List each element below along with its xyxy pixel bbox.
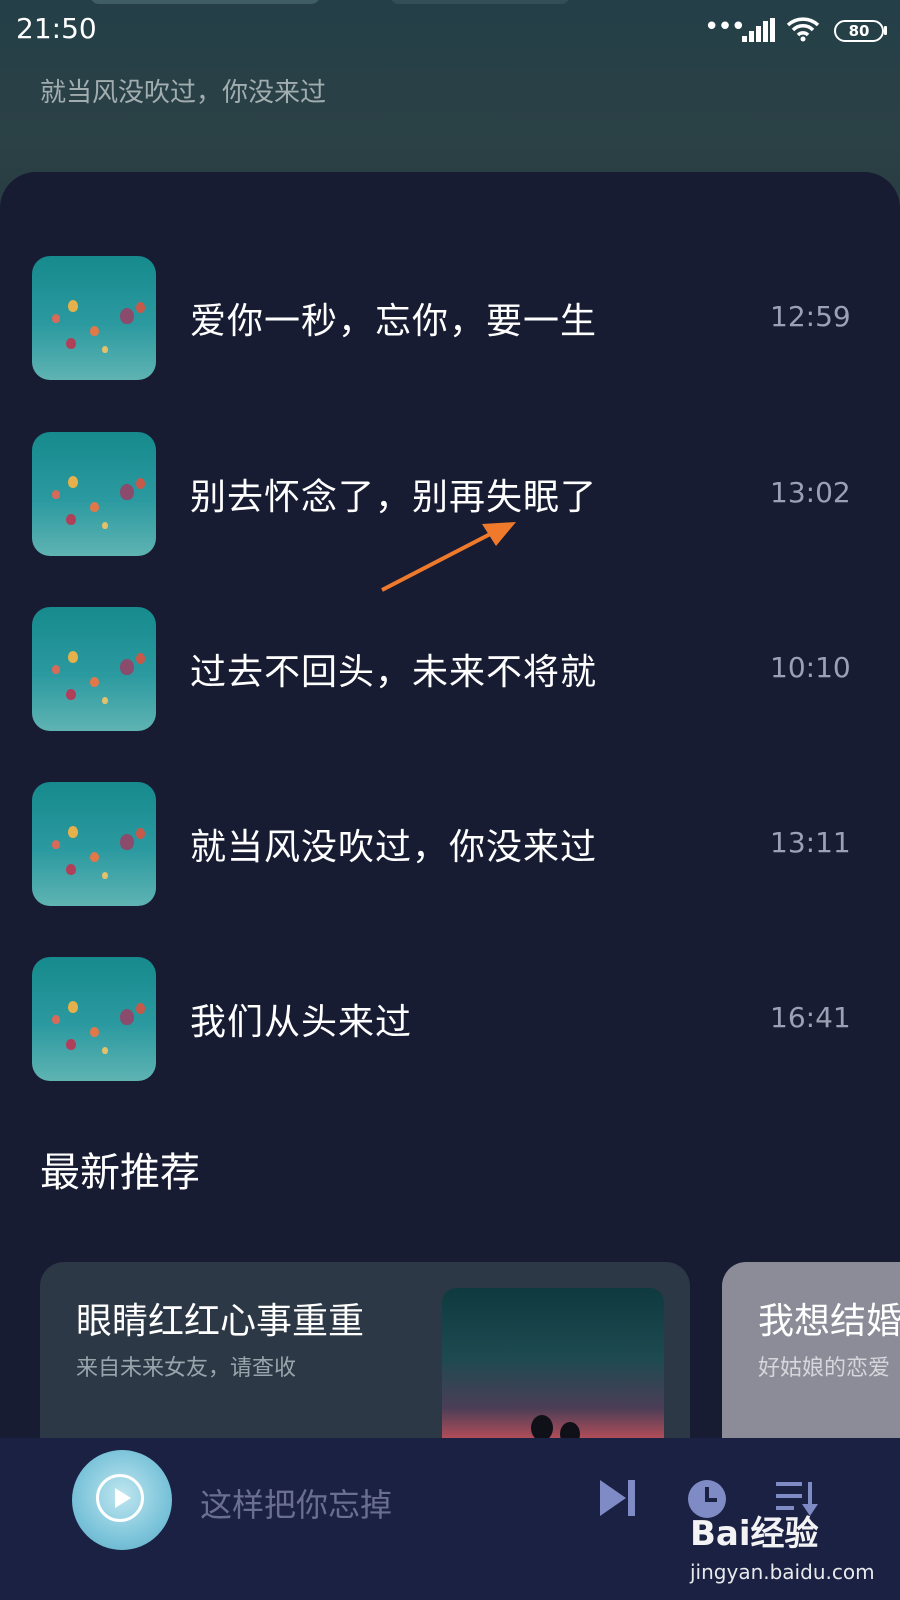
- status-time: 21:50: [16, 12, 97, 45]
- battery-cap: [884, 26, 887, 35]
- song-cover: [32, 256, 156, 380]
- wifi-icon: [786, 17, 820, 42]
- more-dots-icon: •••: [704, 12, 746, 42]
- song-title: 别去怀念了，别再失眠了: [190, 477, 598, 518]
- card-subtitle: 来自未来女友，请查收: [76, 1356, 297, 1381]
- now-playing-title[interactable]: 这样把你忘掉: [200, 1480, 392, 1526]
- battery-indicator: 80: [834, 20, 884, 42]
- baidu-watermark-url: jingyan.baidu.com: [690, 1560, 875, 1584]
- song-title: 过去不回头，未来不将就: [190, 652, 598, 693]
- section-title: 最新推荐: [40, 1150, 200, 1196]
- card-title: 眼睛红红心事重重: [76, 1301, 365, 1342]
- mini-player: 这样把你忘掉 Bai经验 jingyan.baidu.com: [0, 1438, 900, 1600]
- song-title: 就当风没吹过，你没来过: [190, 827, 598, 868]
- song-item[interactable]: 过去不回头，未来不将就 10:10: [0, 607, 900, 733]
- song-item[interactable]: 就当风没吹过，你没来过 13:11: [0, 782, 900, 908]
- card-title: 我想结婚: [758, 1301, 900, 1342]
- header-subtitle: 就当风没吹过，你没来过: [40, 78, 327, 108]
- song-cover: [32, 782, 156, 906]
- song-time: 10:10: [770, 651, 851, 684]
- signal-icon: [742, 18, 775, 42]
- status-bar: 21:50 ••• 80: [0, 0, 900, 60]
- song-item[interactable]: 我们从头来过 16:41: [0, 957, 900, 1083]
- annotation-arrow: [381, 522, 516, 592]
- next-track-icon[interactable]: [598, 1478, 638, 1518]
- player-album-art[interactable]: [72, 1450, 172, 1550]
- song-time: 13:11: [770, 826, 851, 859]
- song-cover: [32, 432, 156, 556]
- song-title: 我们从头来过: [190, 1002, 413, 1043]
- card-subtitle: 好姑娘的恋爱: [758, 1356, 891, 1381]
- song-cover: [32, 607, 156, 731]
- song-time: 16:41: [770, 1001, 851, 1034]
- battery-level: 80: [848, 22, 870, 40]
- song-title: 爱你一秒，忘你，要一生: [190, 301, 598, 342]
- song-time: 13:02: [770, 476, 851, 509]
- baidu-watermark: Bai经验: [690, 1514, 819, 1554]
- play-icon[interactable]: [96, 1474, 144, 1522]
- song-time: 12:59: [770, 300, 851, 333]
- song-item[interactable]: 爱你一秒，忘你，要一生 12:59: [0, 256, 900, 382]
- song-cover: [32, 957, 156, 1081]
